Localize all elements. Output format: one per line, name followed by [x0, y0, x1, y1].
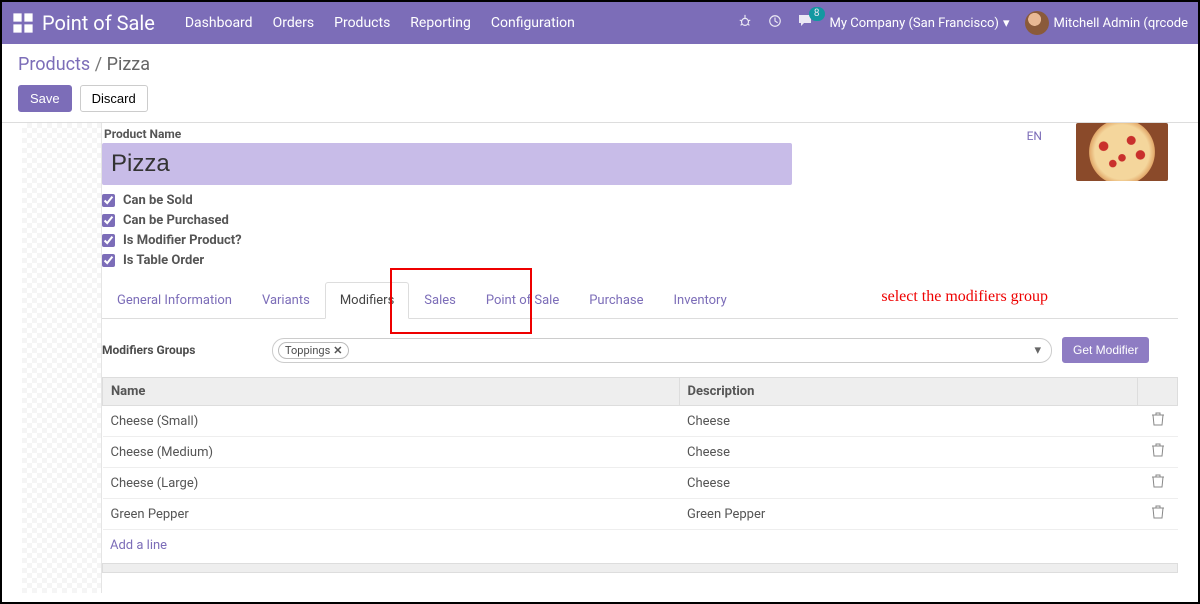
dropdown-caret-icon[interactable]: ▾	[1028, 343, 1047, 358]
product-name-wrap: Product Name EN	[102, 123, 1056, 185]
topbar: Point of Sale Dashboard Orders Products …	[2, 2, 1198, 44]
annotation-text: select the modifiers group	[881, 288, 1048, 306]
user-name: Mitchell Admin (qrcode	[1053, 16, 1188, 31]
col-name: Name	[103, 378, 680, 406]
bug-icon[interactable]	[738, 14, 752, 32]
caret-down-icon: ▾	[1003, 16, 1010, 31]
nav-products[interactable]: Products	[334, 15, 390, 31]
tab-sales[interactable]: Sales	[409, 282, 471, 318]
lang-tag[interactable]: EN	[1027, 129, 1042, 143]
nav-reporting[interactable]: Reporting	[410, 15, 471, 31]
cell-name: Cheese (Large)	[103, 468, 680, 499]
app-title: Point of Sale	[42, 11, 155, 35]
avatar	[1025, 11, 1049, 35]
clock-icon[interactable]	[768, 14, 782, 32]
breadcrumb: Products / Pizza	[18, 54, 150, 75]
trash-icon[interactable]	[1152, 477, 1164, 492]
company-selector[interactable]: My Company (San Francisco) ▾	[830, 16, 1010, 31]
cell-description: Cheese	[679, 437, 1137, 468]
trash-icon[interactable]	[1152, 415, 1164, 430]
cell-description: Green Pepper	[679, 499, 1137, 530]
modifiers-groups-row: Modifiers Groups Toppings ✕ ▾ Get Modifi…	[102, 337, 1178, 363]
tag-remove-icon[interactable]: ✕	[333, 344, 342, 357]
table-row[interactable]: Cheese (Medium)Cheese	[103, 437, 1178, 468]
messages-icon[interactable]: 8	[798, 14, 814, 32]
tag-toppings: Toppings ✕	[278, 342, 349, 359]
checkbox-is-modifier-product[interactable]	[102, 234, 115, 247]
check-is-modifier-product: Is Modifier Product?	[102, 233, 1178, 248]
save-button[interactable]: Save	[18, 85, 72, 112]
modifiers-table: Name Description Cheese (Small)CheeseChe…	[102, 377, 1178, 530]
tab-modifiers[interactable]: Modifiers	[325, 282, 409, 319]
table-footer-bar	[102, 563, 1178, 573]
breadcrumb-sep: /	[95, 54, 102, 75]
nav-links: Dashboard Orders Products Reporting Conf…	[185, 15, 738, 31]
breadcrumb-root[interactable]: Products	[18, 54, 90, 75]
cell-name: Cheese (Small)	[103, 406, 680, 437]
tab-variants[interactable]: Variants	[247, 282, 325, 318]
label-is-table-order: Is Table Order	[123, 253, 204, 268]
col-actions	[1138, 378, 1178, 406]
trash-icon[interactable]	[1152, 508, 1164, 523]
product-name-row: Product Name EN	[102, 123, 1178, 185]
breadcrumb-current: Pizza	[107, 54, 150, 75]
user-menu[interactable]: Mitchell Admin (qrcode	[1025, 11, 1188, 35]
table-row[interactable]: Green PepperGreen Pepper	[103, 499, 1178, 530]
main-panel: Product Name EN Can be Sold Can be Purch…	[102, 123, 1178, 593]
label-can-be-sold: Can be Sold	[123, 193, 193, 208]
table-row[interactable]: Cheese (Small)Cheese	[103, 406, 1178, 437]
add-line-link[interactable]: Add a line	[102, 530, 175, 561]
trash-icon[interactable]	[1152, 446, 1164, 461]
cell-description: Cheese	[679, 406, 1137, 437]
product-checks: Can be Sold Can be Purchased Is Modifier…	[102, 193, 1178, 268]
product-name-input[interactable]	[102, 143, 792, 185]
col-description: Description	[679, 378, 1137, 406]
company-name: My Company (San Francisco)	[830, 16, 999, 31]
tabs: General Information Variants Modifiers S…	[102, 282, 1178, 319]
tab-general-information[interactable]: General Information	[102, 282, 247, 318]
action-bar: Save Discard	[2, 83, 1198, 122]
nav-configuration[interactable]: Configuration	[491, 15, 575, 31]
get-modifier-button[interactable]: Get Modifier	[1062, 337, 1149, 363]
cell-description: Cheese	[679, 468, 1137, 499]
breadcrumb-bar: Products / Pizza	[2, 44, 1198, 83]
modifiers-section: Modifiers Groups Toppings ✕ ▾ Get Modifi…	[102, 337, 1178, 573]
topbar-right: 8 My Company (San Francisco) ▾ Mitchell …	[738, 11, 1188, 35]
cell-name: Green Pepper	[103, 499, 680, 530]
modifiers-groups-label: Modifiers Groups	[102, 343, 262, 357]
tab-purchase[interactable]: Purchase	[574, 282, 658, 318]
left-gutter	[22, 123, 102, 593]
table-row[interactable]: Cheese (Large)Cheese	[103, 468, 1178, 499]
checkbox-can-be-purchased[interactable]	[102, 214, 115, 227]
apps-icon[interactable]	[12, 12, 34, 34]
tab-point-of-sale[interactable]: Point of Sale	[471, 282, 574, 318]
nav-dashboard[interactable]: Dashboard	[185, 15, 253, 31]
checkbox-can-be-sold[interactable]	[102, 194, 115, 207]
tab-inventory[interactable]: Inventory	[659, 282, 742, 318]
check-can-be-purchased: Can be Purchased	[102, 213, 1178, 228]
nav-orders[interactable]: Orders	[273, 15, 315, 31]
table-header-row: Name Description	[103, 378, 1178, 406]
label-can-be-purchased: Can be Purchased	[123, 213, 229, 228]
tag-label: Toppings	[285, 344, 330, 357]
checkbox-is-table-order[interactable]	[102, 254, 115, 267]
modifiers-groups-input[interactable]: Toppings ✕ ▾	[272, 338, 1052, 363]
form-canvas: Product Name EN Can be Sold Can be Purch…	[2, 122, 1198, 593]
product-name-label: Product Name	[104, 127, 1056, 141]
product-image[interactable]	[1076, 123, 1168, 181]
messages-badge: 8	[809, 7, 825, 21]
discard-button[interactable]: Discard	[80, 85, 148, 112]
check-can-be-sold: Can be Sold	[102, 193, 1178, 208]
check-is-table-order: Is Table Order	[102, 253, 1178, 268]
cell-name: Cheese (Medium)	[103, 437, 680, 468]
label-is-modifier-product: Is Modifier Product?	[123, 233, 242, 248]
